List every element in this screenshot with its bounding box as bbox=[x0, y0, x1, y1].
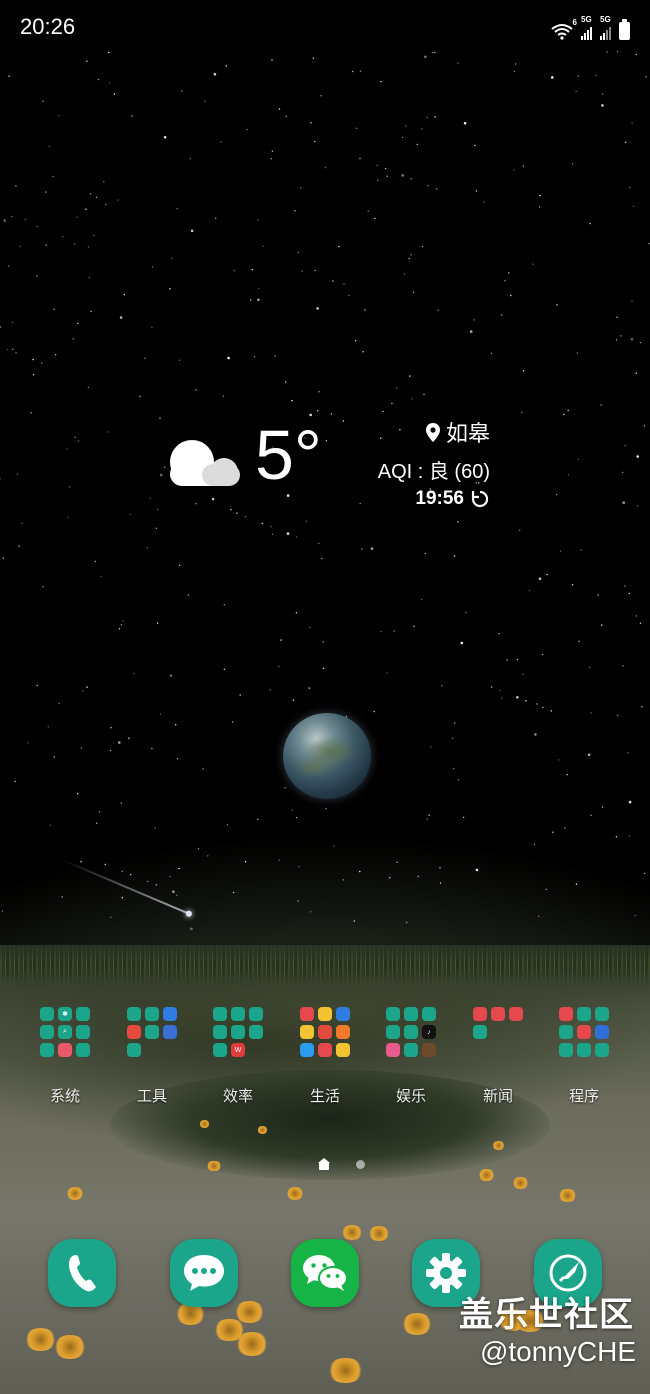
dandelion-flower bbox=[558, 1188, 577, 1202]
wechat-icon bbox=[303, 1255, 348, 1291]
folder-icon-grid: ✱ ⌕ bbox=[38, 1005, 92, 1059]
home-page-icon bbox=[318, 1158, 330, 1170]
watermark-author: @tonnyCHE bbox=[479, 1336, 636, 1367]
folder-label: 生活 bbox=[309, 1088, 340, 1105]
status-clock: 20:26 bbox=[20, 14, 76, 39]
wifi-label: 6 bbox=[572, 18, 577, 27]
watermark-site: 盖乐世社区 bbox=[459, 1296, 634, 1334]
dandelion-flower bbox=[235, 1332, 270, 1356]
dandelion-flower bbox=[326, 1357, 364, 1384]
dandelion-flower bbox=[65, 1187, 84, 1201]
dandelion-flower bbox=[198, 1120, 210, 1128]
messages-app[interactable] bbox=[170, 1239, 238, 1307]
grass-horizon bbox=[0, 945, 650, 985]
folder-icon-grid: ♪ bbox=[384, 1005, 438, 1059]
battery-icon bbox=[619, 19, 630, 40]
weather-updated: 19:56 bbox=[415, 488, 490, 510]
folder-label: 新闻 bbox=[482, 1088, 513, 1105]
location-pin-icon bbox=[425, 422, 440, 442]
refresh-icon[interactable] bbox=[470, 489, 490, 509]
folder-efficiency[interactable]: W 效率 bbox=[195, 1005, 281, 1106]
sim1-signal-icon: 5G bbox=[581, 16, 592, 40]
phone-icon bbox=[69, 1255, 96, 1292]
folder-label: 系统 bbox=[49, 1088, 80, 1105]
folder-label: 娱乐 bbox=[395, 1088, 426, 1105]
messages-icon bbox=[184, 1255, 224, 1291]
dandelion-flower bbox=[511, 1176, 529, 1189]
wifi-icon: 6 bbox=[551, 18, 577, 40]
wallpaper bbox=[0, 0, 650, 1394]
dandelion-flower bbox=[206, 1160, 222, 1172]
app-folders: ✱ ⌕ 系统 工具 W 效率 生活 ♪ 娱乐 新闻 程序 bbox=[0, 1005, 650, 1110]
dandelion-flower bbox=[478, 1169, 495, 1181]
folder-label: 效率 bbox=[222, 1088, 253, 1105]
folder-label: 程序 bbox=[568, 1088, 599, 1105]
folder-system[interactable]: ✱ ⌕ 系统 bbox=[22, 1005, 108, 1106]
folder-icon-grid bbox=[471, 1005, 525, 1059]
cloud-icon bbox=[170, 440, 240, 486]
dandelion-flower bbox=[491, 1140, 506, 1150]
status-icons: 6 5G 5G bbox=[551, 16, 630, 40]
folder-label: 工具 bbox=[136, 1088, 167, 1105]
sim2-signal-icon: 5G bbox=[600, 16, 611, 40]
location-name: 如皋 bbox=[445, 421, 490, 446]
phone-app[interactable] bbox=[48, 1239, 116, 1307]
folder-news[interactable]: 新闻 bbox=[455, 1005, 541, 1106]
folder-icon-grid: W bbox=[211, 1005, 265, 1059]
aqi-value: AQI : 良 (60) bbox=[377, 461, 490, 483]
wechat-app[interactable] bbox=[291, 1239, 359, 1307]
temperature: 5° bbox=[255, 416, 322, 494]
status-bar: 20:26 6 5G 5G bbox=[0, 0, 650, 54]
folder-icon-grid bbox=[125, 1005, 179, 1059]
weather-location: 如皋 bbox=[425, 416, 490, 448]
folder-programs[interactable]: 程序 bbox=[541, 1005, 627, 1106]
sim1-label: 5G bbox=[581, 15, 592, 24]
folder-life[interactable]: 生活 bbox=[282, 1005, 368, 1106]
updated-time: 19:56 bbox=[415, 488, 464, 509]
dandelion-flower bbox=[340, 1224, 364, 1241]
page-indicator[interactable] bbox=[318, 1158, 365, 1170]
earth-planet bbox=[283, 713, 371, 799]
page-dot bbox=[356, 1159, 365, 1169]
sim2-label: 5G bbox=[600, 15, 611, 24]
folder-tools[interactable]: 工具 bbox=[109, 1005, 195, 1106]
folder-icon-grid bbox=[557, 1005, 611, 1059]
folder-entertainment[interactable]: ♪ 娱乐 bbox=[368, 1005, 454, 1106]
folder-icon-grid bbox=[298, 1005, 352, 1059]
dandelion-flower bbox=[233, 1301, 265, 1323]
